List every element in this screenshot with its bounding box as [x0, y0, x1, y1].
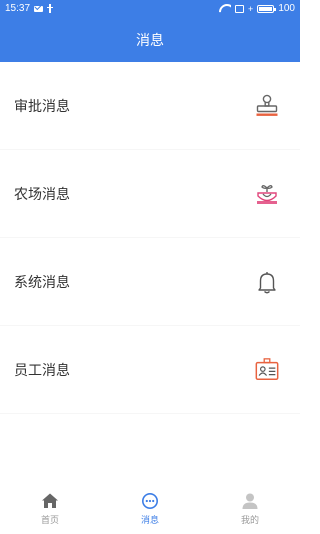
status-right: + 100	[219, 3, 295, 14]
sim-icon	[235, 4, 245, 13]
tab-home[interactable]: 首页	[0, 484, 100, 534]
status-bar: 15:37 + 100	[0, 0, 300, 17]
tab-bar: 首页 消息 我的	[0, 484, 300, 534]
message-item-system[interactable]: 系统消息	[0, 238, 300, 326]
usb-icon	[47, 4, 54, 13]
bell-icon	[254, 269, 280, 295]
user-icon	[241, 492, 259, 510]
wifi-icon	[219, 4, 231, 13]
tab-label: 消息	[140, 516, 159, 526]
status-left: 15:37	[5, 3, 54, 14]
battery-level: 100	[278, 3, 295, 14]
mail-icon	[34, 5, 44, 12]
tab-messages[interactable]: 消息	[100, 484, 200, 534]
tab-label: 我的	[240, 516, 259, 526]
tab-label: 首页	[40, 516, 59, 526]
status-time: 15:37	[5, 3, 31, 14]
page-title: 消息	[136, 32, 164, 49]
home-icon	[41, 492, 59, 510]
message-item-label: 审批消息	[14, 98, 70, 115]
id-card-icon	[254, 357, 280, 383]
chat-icon	[141, 492, 159, 510]
stamp-icon	[254, 93, 280, 119]
charging-icon: +	[248, 3, 254, 14]
message-list: 审批消息 农场消息 系统消息 员工消息	[0, 62, 300, 414]
message-item-staff[interactable]: 员工消息	[0, 326, 300, 414]
message-item-label: 农场消息	[14, 186, 70, 203]
header: 消息	[0, 17, 300, 62]
battery-icon	[257, 4, 277, 13]
sprout-pot-icon	[254, 181, 280, 207]
message-item-label: 系统消息	[14, 274, 70, 291]
message-item-farm[interactable]: 农场消息	[0, 150, 300, 238]
tab-profile[interactable]: 我的	[200, 484, 300, 534]
message-item-approval[interactable]: 审批消息	[0, 62, 300, 150]
message-item-label: 员工消息	[14, 362, 70, 379]
